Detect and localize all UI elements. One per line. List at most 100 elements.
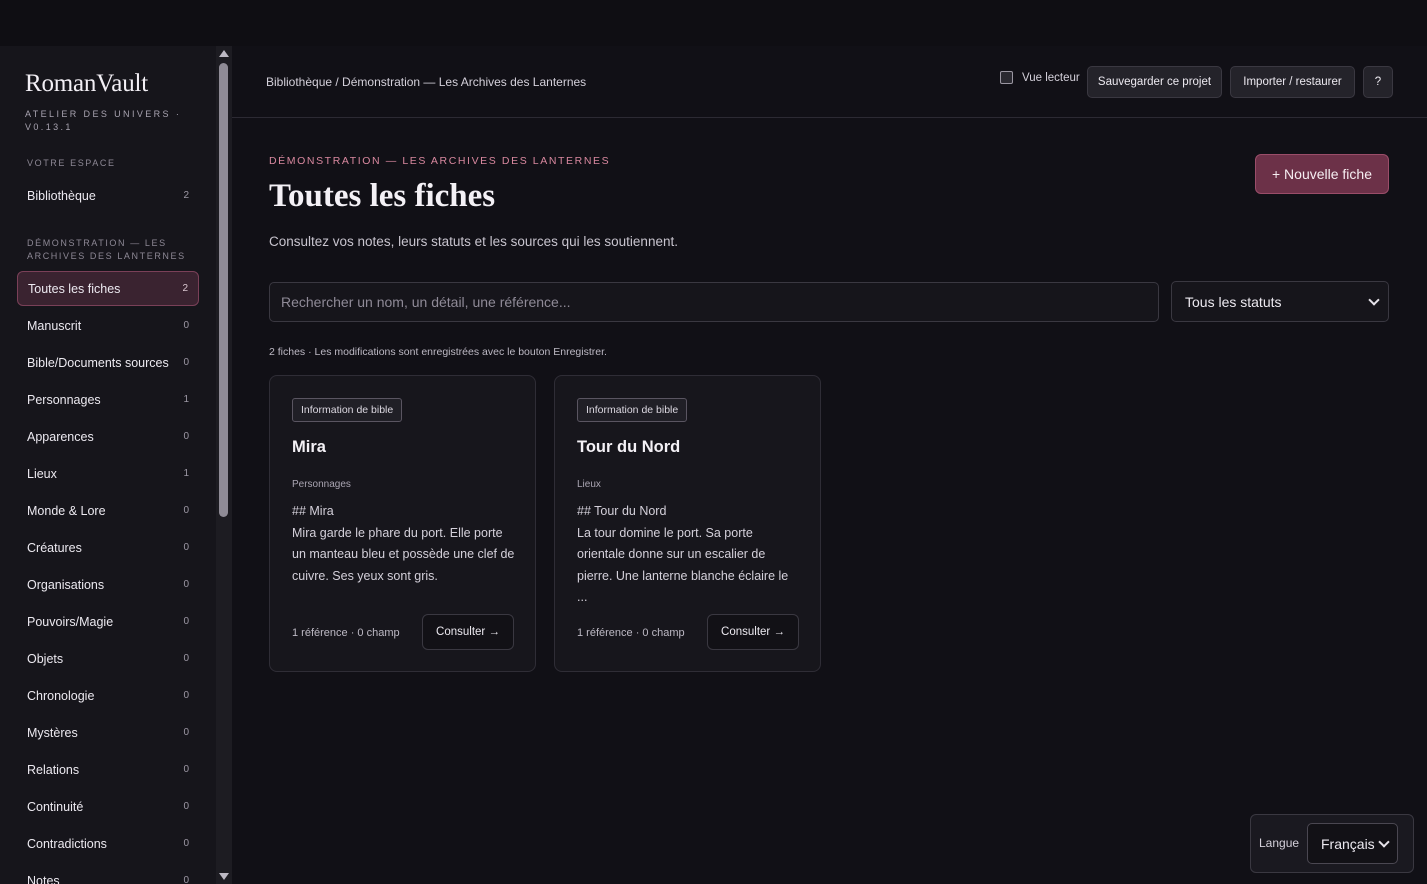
- language-label: Langue: [1259, 836, 1300, 850]
- sidebar-item-label: Relations: [27, 762, 80, 777]
- sidebar-item[interactable]: Manuscrit 0: [17, 308, 199, 343]
- language-select[interactable]: Français: [1307, 823, 1398, 864]
- reader-view-label: Vue lecteur: [1022, 71, 1080, 84]
- reader-view-checkbox[interactable]: [1000, 71, 1013, 84]
- chevron-down-icon: [1378, 835, 1390, 848]
- new-entry-button[interactable]: + Nouvelle fiche: [1255, 154, 1389, 194]
- top-band: [0, 0, 1427, 46]
- card-excerpt: ## Tour du Nord La tour domine le port. S…: [577, 501, 802, 609]
- entry-card: Information de bible Tour du Nord Lieux ## …: [554, 375, 821, 672]
- sidebar-item[interactable]: Pouvoirs/Magie 0: [17, 604, 199, 639]
- sidebar-item[interactable]: Lieux 1: [17, 456, 199, 491]
- sidebar-item-label: Continuité: [27, 799, 84, 814]
- sidebar-item-library[interactable]: Bibliothèque 2: [17, 178, 199, 213]
- sidebar-item-count: 0: [183, 431, 189, 442]
- app-subtitle: ATELIER DES UNIVERS · v0.13.1: [25, 109, 182, 132]
- consult-button[interactable]: Consulter →: [422, 614, 514, 650]
- sidebar-item-count: 0: [183, 727, 189, 738]
- entry-card: Information de bible Mira Personnages ## Mi…: [269, 375, 536, 672]
- app-title: RomanVault: [25, 70, 148, 97]
- sidebar-item-label: Pouvoirs/Magie: [27, 614, 114, 629]
- save-project-button[interactable]: Sauvegarder ce projet: [1087, 66, 1222, 98]
- sidebar-item-count: 1: [183, 394, 189, 405]
- sidebar-item[interactable]: Objets 0: [17, 641, 199, 676]
- sidebar-item-count: 0: [183, 801, 189, 812]
- sidebar-item-count: 2: [182, 283, 188, 294]
- sidebar-item[interactable]: Bible/Documents sources 0: [17, 345, 199, 380]
- card-title: Mira: [292, 438, 326, 456]
- scroll-down-arrow-icon[interactable]: [219, 873, 229, 880]
- sidebar-item-label: Contradictions: [27, 836, 107, 851]
- sidebar-item-count: 0: [183, 616, 189, 627]
- sidebar-item-label: Chronologie: [27, 688, 95, 703]
- sidebar-item[interactable]: Monde & Lore 0: [17, 493, 199, 528]
- sidebar-item-label: Monde & Lore: [27, 503, 106, 518]
- sidebar-item[interactable]: Notes 0: [17, 863, 199, 884]
- sidebar-item-count: 0: [183, 320, 189, 331]
- language-value: Français: [1321, 835, 1375, 852]
- card-excerpt-heading: ## Mira: [292, 504, 334, 518]
- sidebar-item[interactable]: Continuité 0: [17, 789, 199, 824]
- card-footer-meta: 1 référence · 0 champ: [577, 627, 685, 639]
- sidebar-item-label: Mystères: [27, 725, 78, 740]
- sidebar-scrollbar[interactable]: [216, 46, 232, 884]
- sidebar-item-label: Créatures: [27, 540, 82, 555]
- sidebar-item[interactable]: Organisations 0: [17, 567, 199, 602]
- sidebar-item-count: 0: [183, 653, 189, 664]
- sidebar-section-project: DÉMONSTRATION — LES ARCHIVES DES LANTERN…: [27, 238, 186, 261]
- sidebar-item-label: Lieux: [27, 466, 57, 481]
- sidebar-item[interactable]: Mystères 0: [17, 715, 199, 750]
- status-filter-select[interactable]: Tous les statuts: [1171, 281, 1389, 322]
- sidebar-item-count: 0: [183, 357, 189, 368]
- sidebar-item[interactable]: Toutes les fiches 2: [17, 271, 199, 306]
- sidebar-item-label: Organisations: [27, 577, 105, 592]
- reader-view-toggle[interactable]: Vue lecteur: [1000, 71, 1080, 84]
- sidebar-item[interactable]: Personnages 1: [17, 382, 199, 417]
- sidebar-section-space: VOTRE ESPACE: [27, 158, 116, 168]
- card-badge: Information de bible: [577, 398, 688, 422]
- card-footer-meta: 1 référence · 0 champ: [292, 627, 400, 639]
- sidebar-item-count: 0: [183, 764, 189, 775]
- status-filter-value: Tous les statuts: [1185, 293, 1282, 310]
- sidebar-item[interactable]: Contradictions 0: [17, 826, 199, 861]
- results-meta: 2 fiches · Les modifications sont enregi…: [269, 346, 607, 358]
- sidebar-item-label: Toutes les fiches: [28, 281, 121, 296]
- sidebar-item-count: 2: [183, 190, 189, 201]
- project-eyebrow: DÉMONSTRATION — LES ARCHIVES DES LANTERN…: [269, 155, 611, 167]
- sidebar-item-count: 1: [183, 468, 189, 479]
- sidebar-item[interactable]: Créatures 0: [17, 530, 199, 565]
- sidebar-item-label: Bibliothèque: [27, 188, 96, 203]
- sidebar: RomanVault ATELIER DES UNIVERS · v0.13.1…: [0, 46, 216, 884]
- help-button[interactable]: ?: [1363, 66, 1393, 98]
- sidebar-item-label: Objets: [27, 651, 64, 666]
- scroll-up-arrow-icon[interactable]: [219, 50, 229, 57]
- card-title: Tour du Nord: [577, 438, 681, 456]
- sidebar-item-label: Notes: [27, 873, 60, 884]
- sidebar-item-label: Personnages: [27, 392, 101, 407]
- card-category: Personnages: [292, 479, 351, 490]
- card-excerpt-text: Mira garde le phare du port. Elle porte …: [292, 525, 515, 583]
- top-header: Bibliothèque / Démonstration — Les Archi…: [232, 46, 1427, 118]
- breadcrumb[interactable]: Bibliothèque / Démonstration — Les Archi…: [266, 75, 586, 89]
- sidebar-item-count: 0: [183, 875, 189, 884]
- sidebar-item-label: Manuscrit: [27, 318, 82, 333]
- sidebar-item-count: 0: [183, 505, 189, 516]
- sidebar-item[interactable]: Apparences 0: [17, 419, 199, 454]
- sidebar-item-count: 0: [183, 542, 189, 553]
- sidebar-item-count: 0: [183, 690, 189, 701]
- sidebar-item-count: 0: [183, 838, 189, 849]
- card-badge: Information de bible: [292, 398, 403, 422]
- import-restore-button[interactable]: Importer / restaurer: [1230, 66, 1355, 98]
- sidebar-item[interactable]: Chronologie 0: [17, 678, 199, 713]
- card-excerpt-text: La tour domine le port. Sa porte orienta…: [577, 525, 789, 605]
- search-input[interactable]: [269, 282, 1159, 322]
- sidebar-item-label: Bible/Documents sources: [27, 355, 169, 370]
- language-switcher: Langue Français: [1250, 814, 1414, 873]
- sidebar-item-label: Apparences: [27, 429, 94, 444]
- page-title: Toutes les fiches: [269, 178, 496, 214]
- scroll-thumb[interactable]: [219, 63, 228, 517]
- sidebar-item[interactable]: Relations 0: [17, 752, 199, 787]
- card-excerpt: ## Mira Mira garde le phare du port. Elle…: [292, 501, 517, 587]
- sidebar-item-count: 0: [183, 579, 189, 590]
- consult-button[interactable]: Consulter →: [707, 614, 799, 650]
